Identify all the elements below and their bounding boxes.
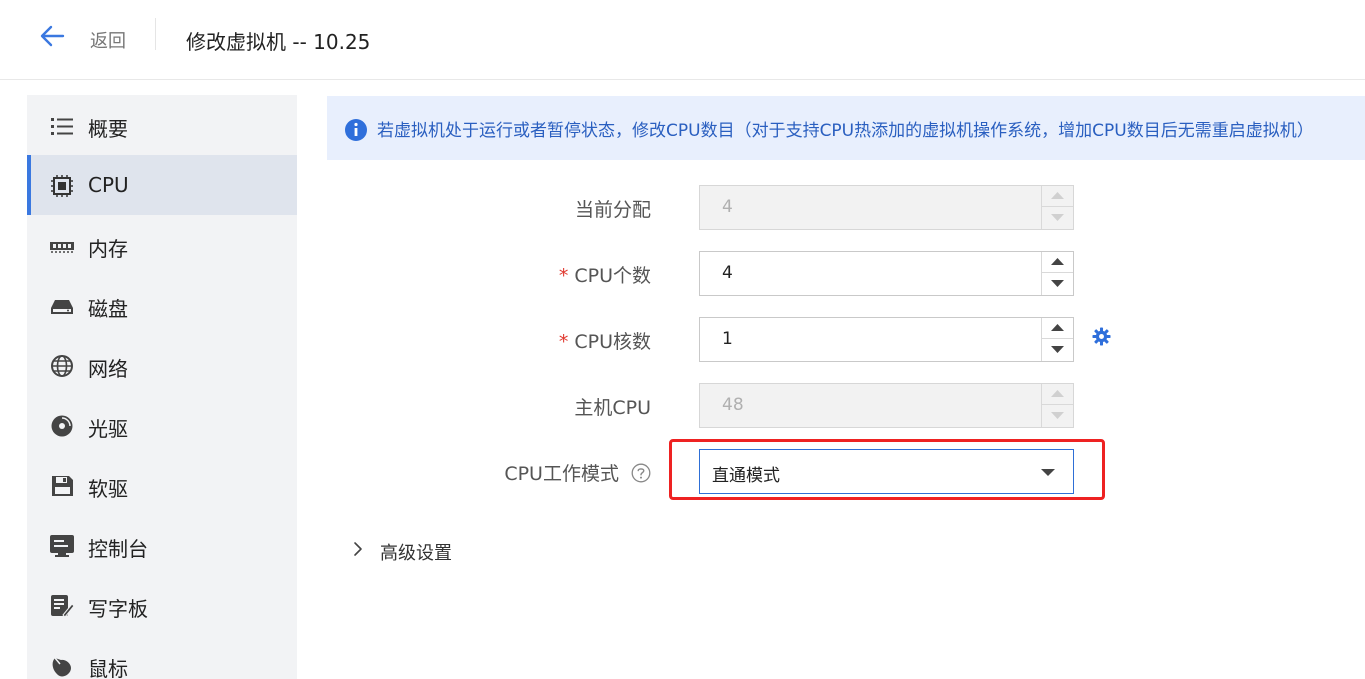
decrement-button[interactable] [1042,340,1073,361]
cpu-mode-select[interactable]: 直通模式 [699,449,1074,494]
sidebar: 概要 CPU 内存 磁盘 网络 光驱 软驱 控制台 写字板 鼠标 [27,95,297,679]
sidebar-item-cdrom[interactable]: 光驱 [27,395,297,455]
list-icon [51,118,73,135]
caret-down-icon [1051,280,1064,287]
disk-icon [51,300,73,314]
caret-down-icon [1051,412,1064,419]
current-alloc-stepper [1041,186,1073,229]
gear-icon[interactable] [1092,327,1111,346]
sidebar-item-network[interactable]: 网络 [27,335,297,395]
sidebar-item-console[interactable]: 控制台 [27,515,297,575]
sidebar-item-memory[interactable]: 内存 [27,215,297,275]
sidebar-item-disk[interactable]: 磁盘 [27,275,297,335]
sidebar-item-overview[interactable]: 概要 [27,95,297,155]
current-alloc-label: 当前分配 [575,195,651,222]
cpu-cores-input[interactable]: 1 [699,317,1074,362]
host-cpu-stepper [1041,384,1073,427]
current-alloc-label-text: 当前分配 [574,199,651,221]
cpu-cores-value[interactable]: 1 [722,329,733,349]
increment-button[interactable] [1042,318,1073,339]
sidebar-item-label: 内存 [88,237,128,261]
caret-down-icon [1051,214,1064,221]
info-banner-text: 若虚拟机处于运行或者暂停状态，修改CPU数目（对于支持CPU热添加的虚拟机操作系… [377,121,1314,141]
sidebar-item-label: 光驱 [88,417,128,441]
cpu-count-value[interactable]: 4 [722,263,733,283]
decrement-button[interactable] [1042,274,1073,295]
chevron-right-icon [354,542,362,556]
page-header: 返回 修改虚拟机 -- 10.25 [0,0,1365,80]
globe-icon [51,355,73,377]
required-asterisk: * [558,331,569,353]
sidebar-item-notepad[interactable]: 写字板 [27,575,297,635]
cpu-mode-label: CPU工作模式 [504,459,651,486]
sidebar-item-label: CPU [88,173,129,197]
sidebar-item-label: 软驱 [88,477,128,501]
sidebar-item-label: 写字板 [88,597,148,621]
sidebar-item-label: 鼠标 [88,657,128,679]
sidebar-item-mouse[interactable]: 鼠标 [27,635,297,679]
decrement-button [1042,208,1073,229]
cpu-count-label-text: CPU个数 [574,265,651,287]
sidebar-item-floppy[interactable]: 软驱 [27,455,297,515]
header-divider [155,18,156,50]
back-button[interactable]: 返回 [90,27,126,53]
caret-up-icon [1051,324,1064,331]
increment-button [1042,384,1073,405]
memory-icon [50,242,74,253]
cpu-cores-label: * CPU核数 [559,327,651,354]
info-icon [345,119,367,141]
sidebar-item-label: 网络 [88,357,128,381]
caret-up-icon [1051,192,1064,199]
host-cpu-label: 主机CPU [574,393,651,420]
help-icon[interactable] [631,463,651,483]
notepad-icon [51,595,75,618]
cpu-count-label: * CPU个数 [559,261,651,288]
cpu-mode-label-text: CPU工作模式 [504,463,619,485]
caret-down-icon [1051,346,1064,353]
chevron-down-icon [1041,469,1055,476]
current-alloc-value: 4 [722,197,733,217]
host-cpu-label-text: 主机CPU [574,397,651,419]
cpu-count-input[interactable]: 4 [699,251,1074,296]
current-alloc-input: 4 [699,185,1074,230]
cpu-chip-icon [51,175,73,197]
decrement-button [1042,406,1073,427]
advanced-settings-label: 高级设置 [380,543,452,564]
cd-icon [51,415,73,437]
mouse-icon [52,657,71,677]
required-asterisk: * [558,265,569,287]
caret-up-icon [1051,390,1064,397]
back-arrow-icon[interactable] [38,24,66,48]
increment-button [1042,186,1073,207]
cpu-cores-stepper [1041,318,1073,361]
host-cpu-input: 48 [699,383,1074,428]
floppy-icon [52,476,73,496]
sidebar-item-label: 磁盘 [88,297,128,321]
cpu-count-stepper [1041,252,1073,295]
host-cpu-value: 48 [722,395,744,415]
info-banner: 若虚拟机处于运行或者暂停状态，修改CPU数目（对于支持CPU热添加的虚拟机操作系… [327,96,1365,160]
page-title: 修改虚拟机 -- 10.25 [186,30,371,54]
sidebar-item-label: 概要 [88,117,128,141]
sidebar-item-cpu[interactable]: CPU [27,155,297,215]
cpu-mode-selected-value: 直通模式 [712,466,780,486]
increment-button[interactable] [1042,252,1073,273]
sidebar-item-label: 控制台 [88,537,148,561]
console-icon [50,535,74,557]
cpu-cores-label-text: CPU核数 [574,331,651,353]
caret-up-icon [1051,258,1064,265]
